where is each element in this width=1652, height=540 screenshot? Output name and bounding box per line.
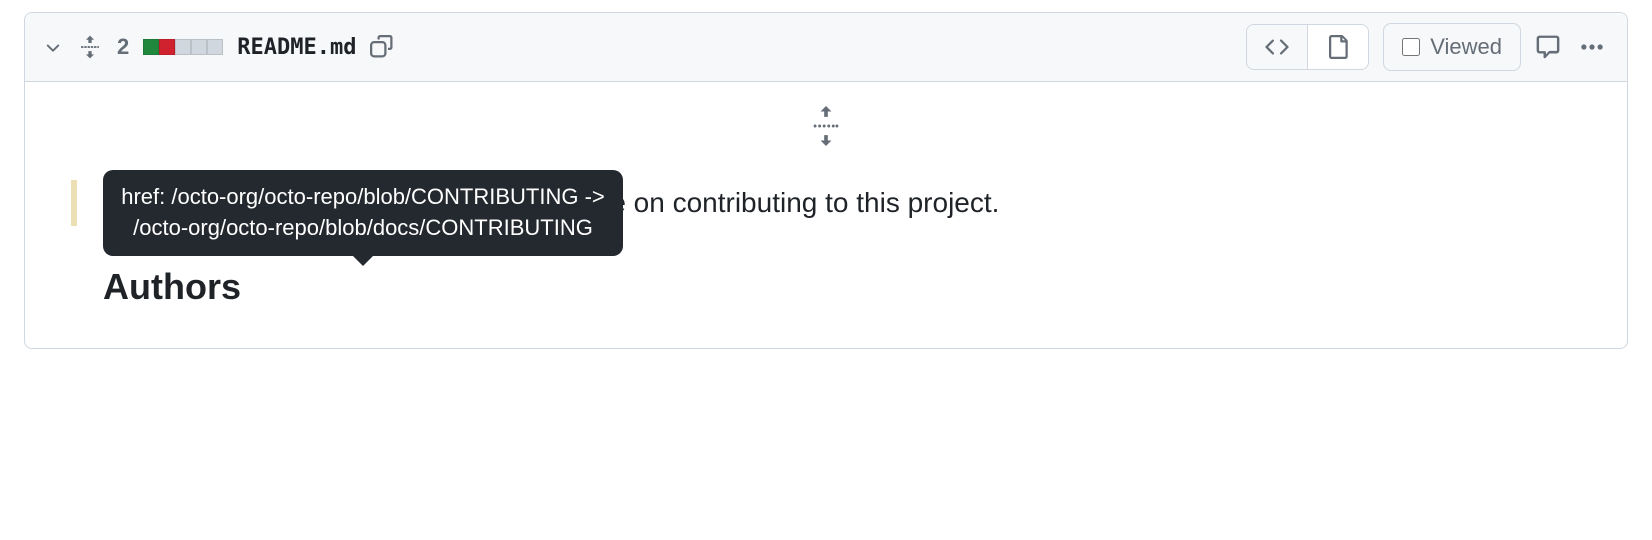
collapse-toggle[interactable] (43, 37, 63, 57)
view-mode-toggle (1246, 24, 1369, 70)
viewed-toggle[interactable]: Viewed (1383, 23, 1521, 71)
diff-stat-bar (143, 39, 223, 55)
more-options-button[interactable] (1575, 30, 1609, 64)
viewed-label: Viewed (1430, 34, 1502, 60)
change-count: 2 (117, 34, 129, 60)
rendered-view-button[interactable] (1307, 25, 1368, 69)
copy-path-button[interactable] (370, 35, 394, 59)
source-view-button[interactable] (1247, 25, 1307, 69)
file-name[interactable]: README.md (237, 35, 356, 60)
file-diff-panel: 2 README.md Viewed (24, 12, 1628, 349)
file-header: 2 README.md Viewed (25, 13, 1627, 82)
expand-all-icon[interactable] (77, 34, 103, 60)
href-diff-tooltip: href: /octo-org/octo-repo/blob/CONTRIBUT… (103, 170, 623, 256)
change-indicator (71, 180, 77, 226)
expand-hunk-button[interactable] (25, 82, 1627, 180)
viewed-checkbox[interactable] (1402, 38, 1420, 56)
comment-button[interactable] (1535, 34, 1561, 60)
file-body: href: /octo-org/octo-repo/blob/CONTRIBUT… (25, 82, 1627, 348)
